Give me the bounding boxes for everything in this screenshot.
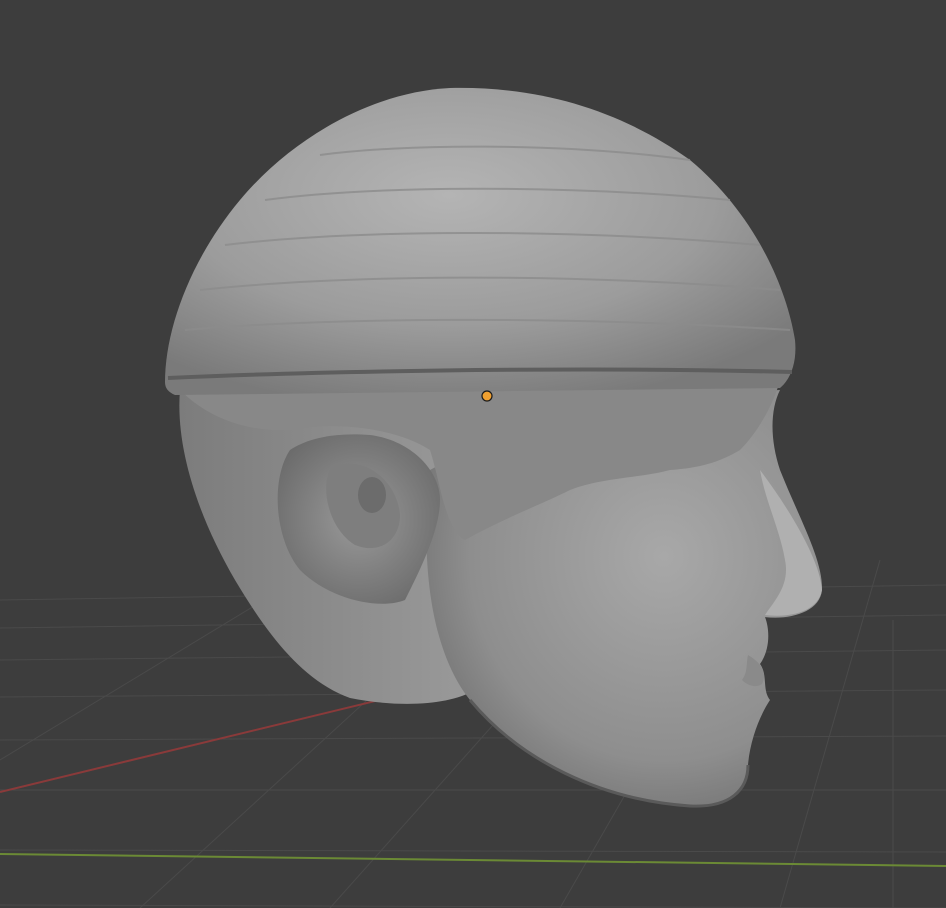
y-axis-line — [0, 853, 946, 867]
viewport-canvas[interactable] — [0, 0, 946, 908]
head-mesh[interactable] — [165, 87, 823, 808]
object-origin[interactable] — [481, 390, 493, 402]
ear-canal — [358, 477, 386, 513]
3d-viewport[interactable] — [0, 0, 946, 908]
